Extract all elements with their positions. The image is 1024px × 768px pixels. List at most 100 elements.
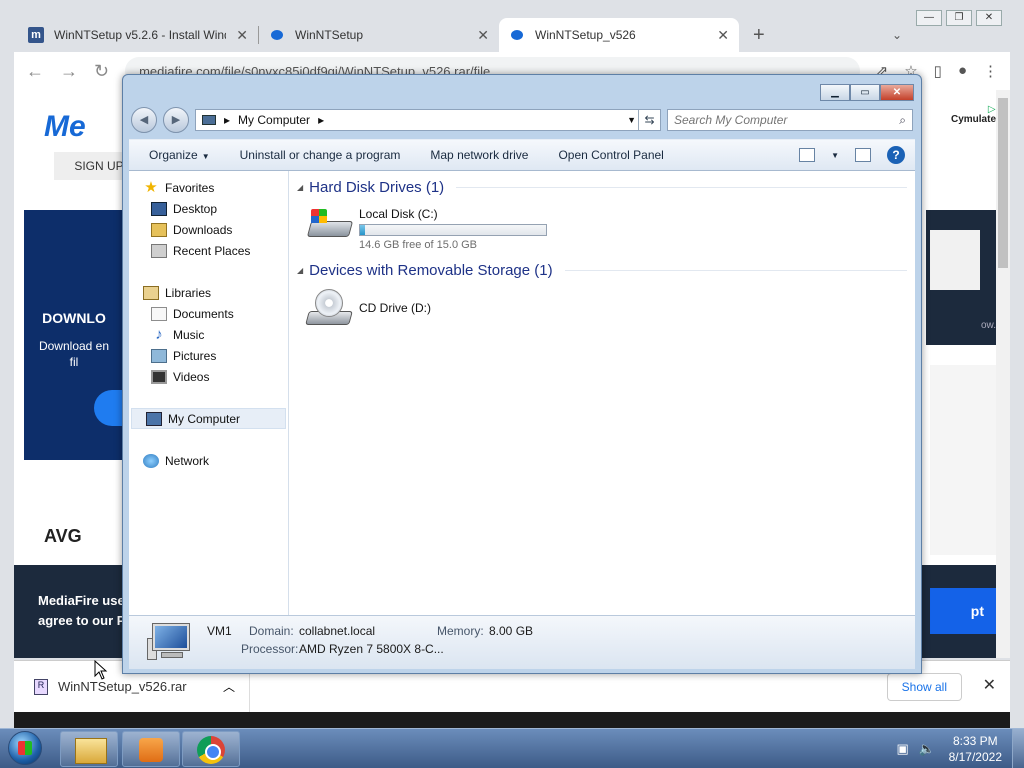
cookie-accept-button[interactable]: pt xyxy=(930,588,1000,634)
nav-favorites[interactable]: ★ Favorites xyxy=(129,177,288,198)
drive-d[interactable]: CD Drive (D:) xyxy=(305,287,431,329)
show-all-button[interactable]: Show all xyxy=(886,673,962,701)
change-view-icon[interactable] xyxy=(799,148,816,162)
chevron-up-icon[interactable]: ︿ xyxy=(223,678,235,695)
view-controls: ▼ ? xyxy=(799,146,905,164)
organize-button[interactable]: Organize ▼ xyxy=(149,148,210,162)
computer-icon xyxy=(202,115,216,125)
ad-image xyxy=(930,230,980,290)
scrollbar-thumb[interactable] xyxy=(998,98,1008,268)
content-pane: ◢ Hard Disk Drives (1) Local Disk (C:) 1… xyxy=(289,171,915,615)
drive-c[interactable]: Local Disk (C:) 14.6 GB free of 15.0 GB xyxy=(305,203,547,251)
tab-winntsetup[interactable]: WinNTSetup ✕ xyxy=(259,18,499,52)
tab-close-icon[interactable]: ✕ xyxy=(717,27,729,44)
minimize-button[interactable]: ▁ xyxy=(820,84,850,101)
close-button[interactable]: ✕ xyxy=(880,84,914,101)
clock[interactable]: 8:33 PM 8/17/2022 xyxy=(949,733,1002,765)
help-icon[interactable]: ? xyxy=(887,146,905,164)
search-icon[interactable]: ⌕ xyxy=(899,113,906,128)
nav-music[interactable]: ♪ Music xyxy=(129,324,288,345)
explorer-taskbar-button[interactable] xyxy=(60,731,118,767)
avg-logo[interactable]: AVG xyxy=(44,526,82,547)
network-tray-icon[interactable]: ▣ xyxy=(895,742,911,756)
tab-winntsetup-install[interactable]: m WinNTSetup v5.2.6 - Install Windows ✕ xyxy=(18,18,258,52)
uninstall-program-button[interactable]: Uninstall or change a program xyxy=(240,148,401,162)
sidebar-ad[interactable]: ow. xyxy=(926,210,1000,345)
nav-libraries[interactable]: Libraries xyxy=(129,282,288,303)
nav-label: Documents xyxy=(173,306,234,321)
close-icon[interactable]: ✕ xyxy=(983,675,996,695)
film-strip-icon xyxy=(151,369,167,384)
download-text-line: Download en xyxy=(38,339,110,353)
domain-label: Domain: xyxy=(249,624,294,638)
tab-search-chevron-icon[interactable]: ⌄ xyxy=(892,28,902,42)
taskbar: ▣ 🔈 8:33 PM 8/17/2022 xyxy=(0,728,1024,768)
nav-recent-places[interactable]: Recent Places xyxy=(129,240,288,261)
pictures-icon xyxy=(151,348,167,363)
tab-close-icon[interactable]: ✕ xyxy=(477,27,489,44)
clock-time: 8:33 PM xyxy=(952,734,998,748)
rar-file-icon: R xyxy=(34,678,48,695)
back-arrow-icon[interactable]: ← xyxy=(26,61,44,82)
ad-text: ow. xyxy=(980,320,996,331)
recent-places-icon xyxy=(151,243,167,258)
breadcrumb-bar[interactable]: ▸ My Computer ▸ ▼ ⇆ xyxy=(195,109,661,131)
computer-icon xyxy=(146,411,162,426)
breadcrumb-arrow-icon[interactable]: ▸ xyxy=(318,113,324,127)
page-scrollbar[interactable] xyxy=(996,90,1010,658)
capacity-fill xyxy=(360,225,366,235)
processor-value: AMD Ryzen 7 5800X 8-C... xyxy=(299,642,444,656)
network-globe-icon xyxy=(143,453,159,468)
nav-desktop[interactable]: Desktop xyxy=(129,198,288,219)
nav-pictures[interactable]: Pictures xyxy=(129,345,288,366)
media-player-taskbar-button[interactable] xyxy=(122,731,180,767)
profile-avatar-icon[interactable]: ● xyxy=(958,62,967,80)
collapse-triangle-icon[interactable]: ◢ xyxy=(297,183,303,192)
maximize-button[interactable]: ▭ xyxy=(850,84,880,101)
star-icon: ★ xyxy=(144,178,158,196)
mediafire-logo[interactable]: Me xyxy=(44,110,86,144)
forward-button[interactable]: ▶ xyxy=(163,107,189,133)
command-bar: Organize ▼ Uninstall or change a program … xyxy=(129,139,915,171)
desktop-icon xyxy=(151,201,167,216)
volume-icon[interactable]: 🔈 xyxy=(919,742,935,756)
search-field[interactable]: ⌕ xyxy=(667,109,913,131)
mediafire-favicon-icon xyxy=(509,29,525,41)
dropdown-arrow-icon: ▼ xyxy=(201,152,210,161)
menu-kebab-icon[interactable]: ⋮ xyxy=(983,62,998,80)
open-control-panel-button[interactable]: Open Control Panel xyxy=(558,148,663,162)
nav-my-computer[interactable]: My Computer xyxy=(131,408,286,429)
tab-title: WinNTSetup v5.2.6 - Install Windows xyxy=(54,28,226,42)
view-dropdown-icon[interactable]: ▼ xyxy=(831,151,839,160)
map-network-drive-button[interactable]: Map network drive xyxy=(430,148,528,162)
nav-network[interactable]: Network xyxy=(129,450,288,471)
preview-pane-icon[interactable] xyxy=(855,148,871,162)
capacity-bar xyxy=(359,224,547,236)
forward-arrow-icon[interactable]: → xyxy=(60,61,78,82)
navigation-pane: ★ Favorites Desktop Downloads Recent Plac… xyxy=(129,171,289,615)
refresh-icon[interactable]: ⇆ xyxy=(638,110,660,130)
drive-info: CD Drive (D:) xyxy=(359,287,431,329)
reload-icon[interactable]: ↻ xyxy=(94,61,109,82)
breadcrumb-my-computer[interactable]: My Computer xyxy=(238,113,310,127)
search-input[interactable] xyxy=(674,113,900,127)
tab-close-icon[interactable]: ✕ xyxy=(236,27,248,44)
group-header-removable[interactable]: ◢ Devices with Removable Storage (1) xyxy=(297,262,907,279)
back-button[interactable]: ◀ xyxy=(131,107,157,133)
tab-winntsetup-v526[interactable]: WinNTSetup_v526 ✕ xyxy=(499,18,739,52)
collapse-triangle-icon[interactable]: ◢ xyxy=(297,266,303,275)
dropdown-arrow-icon[interactable]: ▼ xyxy=(627,115,636,125)
show-desktop-button[interactable] xyxy=(1012,729,1024,768)
ad-brand[interactable]: Cymulate xyxy=(951,114,996,125)
group-header-hdd[interactable]: ◢ Hard Disk Drives (1) xyxy=(297,179,907,196)
nav-documents[interactable]: Documents xyxy=(129,303,288,324)
start-button[interactable] xyxy=(4,729,46,768)
nav-label: Downloads xyxy=(173,222,233,237)
nav-videos[interactable]: Videos xyxy=(129,366,288,387)
breadcrumb-arrow-icon[interactable]: ▸ xyxy=(224,113,230,127)
chrome-taskbar-button[interactable] xyxy=(182,731,240,767)
side-panel-icon[interactable]: ▯ xyxy=(934,62,942,80)
new-tab-button[interactable]: + xyxy=(753,24,765,47)
nav-downloads[interactable]: Downloads xyxy=(129,219,288,240)
mediafire-favicon-icon xyxy=(269,29,285,41)
